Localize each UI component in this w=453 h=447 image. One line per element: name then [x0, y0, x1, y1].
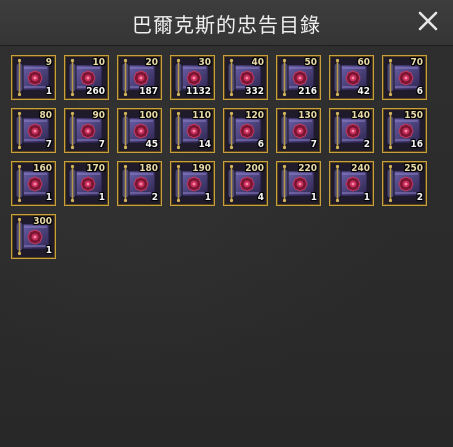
scroll-level: 170: [86, 163, 105, 174]
scroll-slot[interactable]: 60 42: [329, 55, 374, 100]
scroll-level: 70: [410, 57, 423, 68]
close-icon[interactable]: [415, 8, 441, 34]
scroll-slot[interactable]: 30 1132: [170, 55, 215, 100]
scroll-slot[interactable]: 91: [11, 55, 56, 100]
scroll-slot[interactable]: 300 1: [11, 214, 56, 259]
scroll-slot[interactable]: 100 45: [117, 108, 162, 153]
scroll-slot[interactable]: 130 7: [276, 108, 321, 153]
scroll-count: 1: [310, 192, 317, 203]
scroll-slot[interactable]: 160 1: [11, 161, 56, 206]
scroll-count: 2: [416, 192, 423, 203]
scroll-slot[interactable]: 140 2: [329, 108, 374, 153]
scroll-slot[interactable]: 200 4: [223, 161, 268, 206]
scroll-count: 6: [416, 86, 423, 97]
scroll-slot[interactable]: 90 7: [64, 108, 109, 153]
scroll-level: 90: [92, 110, 105, 121]
scroll-slot[interactable]: 170 1: [64, 161, 109, 206]
scroll-count: 14: [198, 139, 211, 150]
scroll-level: 20: [145, 57, 158, 68]
scroll-count: 1: [363, 192, 370, 203]
scroll-slot[interactable]: 20 187: [117, 55, 162, 100]
scroll-count: 332: [245, 86, 264, 97]
scroll-count: 2: [363, 139, 370, 150]
scroll-level: 160: [33, 163, 52, 174]
scroll-level: 9: [45, 57, 52, 68]
scroll-level: 40: [251, 57, 264, 68]
scroll-slot[interactable]: 120 6: [223, 108, 268, 153]
scroll-count: 1: [98, 192, 105, 203]
scroll-slot[interactable]: 10 260: [64, 55, 109, 100]
scroll-count: 1: [204, 192, 211, 203]
scroll-count: 2: [151, 192, 158, 203]
scroll-level: 190: [192, 163, 211, 174]
scroll-level: 60: [357, 57, 370, 68]
scroll-level: 220: [298, 163, 317, 174]
scroll-slot[interactable]: 150 16: [382, 108, 427, 153]
scroll-level: 200: [245, 163, 264, 174]
scroll-slot[interactable]: 220 1: [276, 161, 321, 206]
scroll-count: 7: [310, 139, 317, 150]
scroll-count: 260: [86, 86, 105, 97]
scroll-level: 110: [192, 110, 211, 121]
scroll-count: 42: [357, 86, 370, 97]
scroll-level: 140: [351, 110, 370, 121]
scroll-slot[interactable]: 80 7: [11, 108, 56, 153]
scroll-slot[interactable]: 180 2: [117, 161, 162, 206]
scroll-slot[interactable]: 50 216: [276, 55, 321, 100]
scroll-slot[interactable]: 70 6: [382, 55, 427, 100]
scroll-level: 120: [245, 110, 264, 121]
scroll-count: 1: [45, 245, 52, 256]
scroll-slot[interactable]: 110 14: [170, 108, 215, 153]
scroll-slot[interactable]: 240 1: [329, 161, 374, 206]
scroll-level: 100: [139, 110, 158, 121]
scroll-count: 187: [139, 86, 158, 97]
scroll-level: 10: [92, 57, 105, 68]
scroll-count: 1: [45, 192, 52, 203]
scroll-level: 300: [33, 216, 52, 227]
scroll-slot[interactable]: 250 2: [382, 161, 427, 206]
advice-catalog-window: 巴爾克斯的忠告目錄 91 10 260 20 187 30 1132 40 33…: [0, 0, 453, 447]
scroll-count: 7: [45, 139, 52, 150]
scroll-count: 1132: [185, 86, 211, 97]
scroll-slot[interactable]: 40 332: [223, 55, 268, 100]
scroll-level: 30: [198, 57, 211, 68]
scroll-level: 180: [139, 163, 158, 174]
scroll-count: 6: [257, 139, 264, 150]
scroll-count: 7: [98, 139, 105, 150]
scroll-level: 50: [304, 57, 317, 68]
scroll-count: 45: [145, 139, 158, 150]
scroll-level: 240: [351, 163, 370, 174]
scroll-count: 216: [298, 86, 317, 97]
title-bar: 巴爾克斯的忠告目錄: [0, 0, 453, 46]
scroll-grid: 91 10 260 20 187 30 1132 40 332 50 216 6…: [11, 55, 451, 259]
scroll-level: 130: [298, 110, 317, 121]
scroll-count: 4: [257, 192, 264, 203]
scroll-count: 1: [45, 86, 52, 97]
scroll-level: 80: [39, 110, 52, 121]
scroll-slot[interactable]: 190 1: [170, 161, 215, 206]
scroll-level: 150: [404, 110, 423, 121]
scroll-count: 16: [410, 139, 423, 150]
scroll-level: 250: [404, 163, 423, 174]
window-title: 巴爾克斯的忠告目錄: [132, 13, 321, 37]
